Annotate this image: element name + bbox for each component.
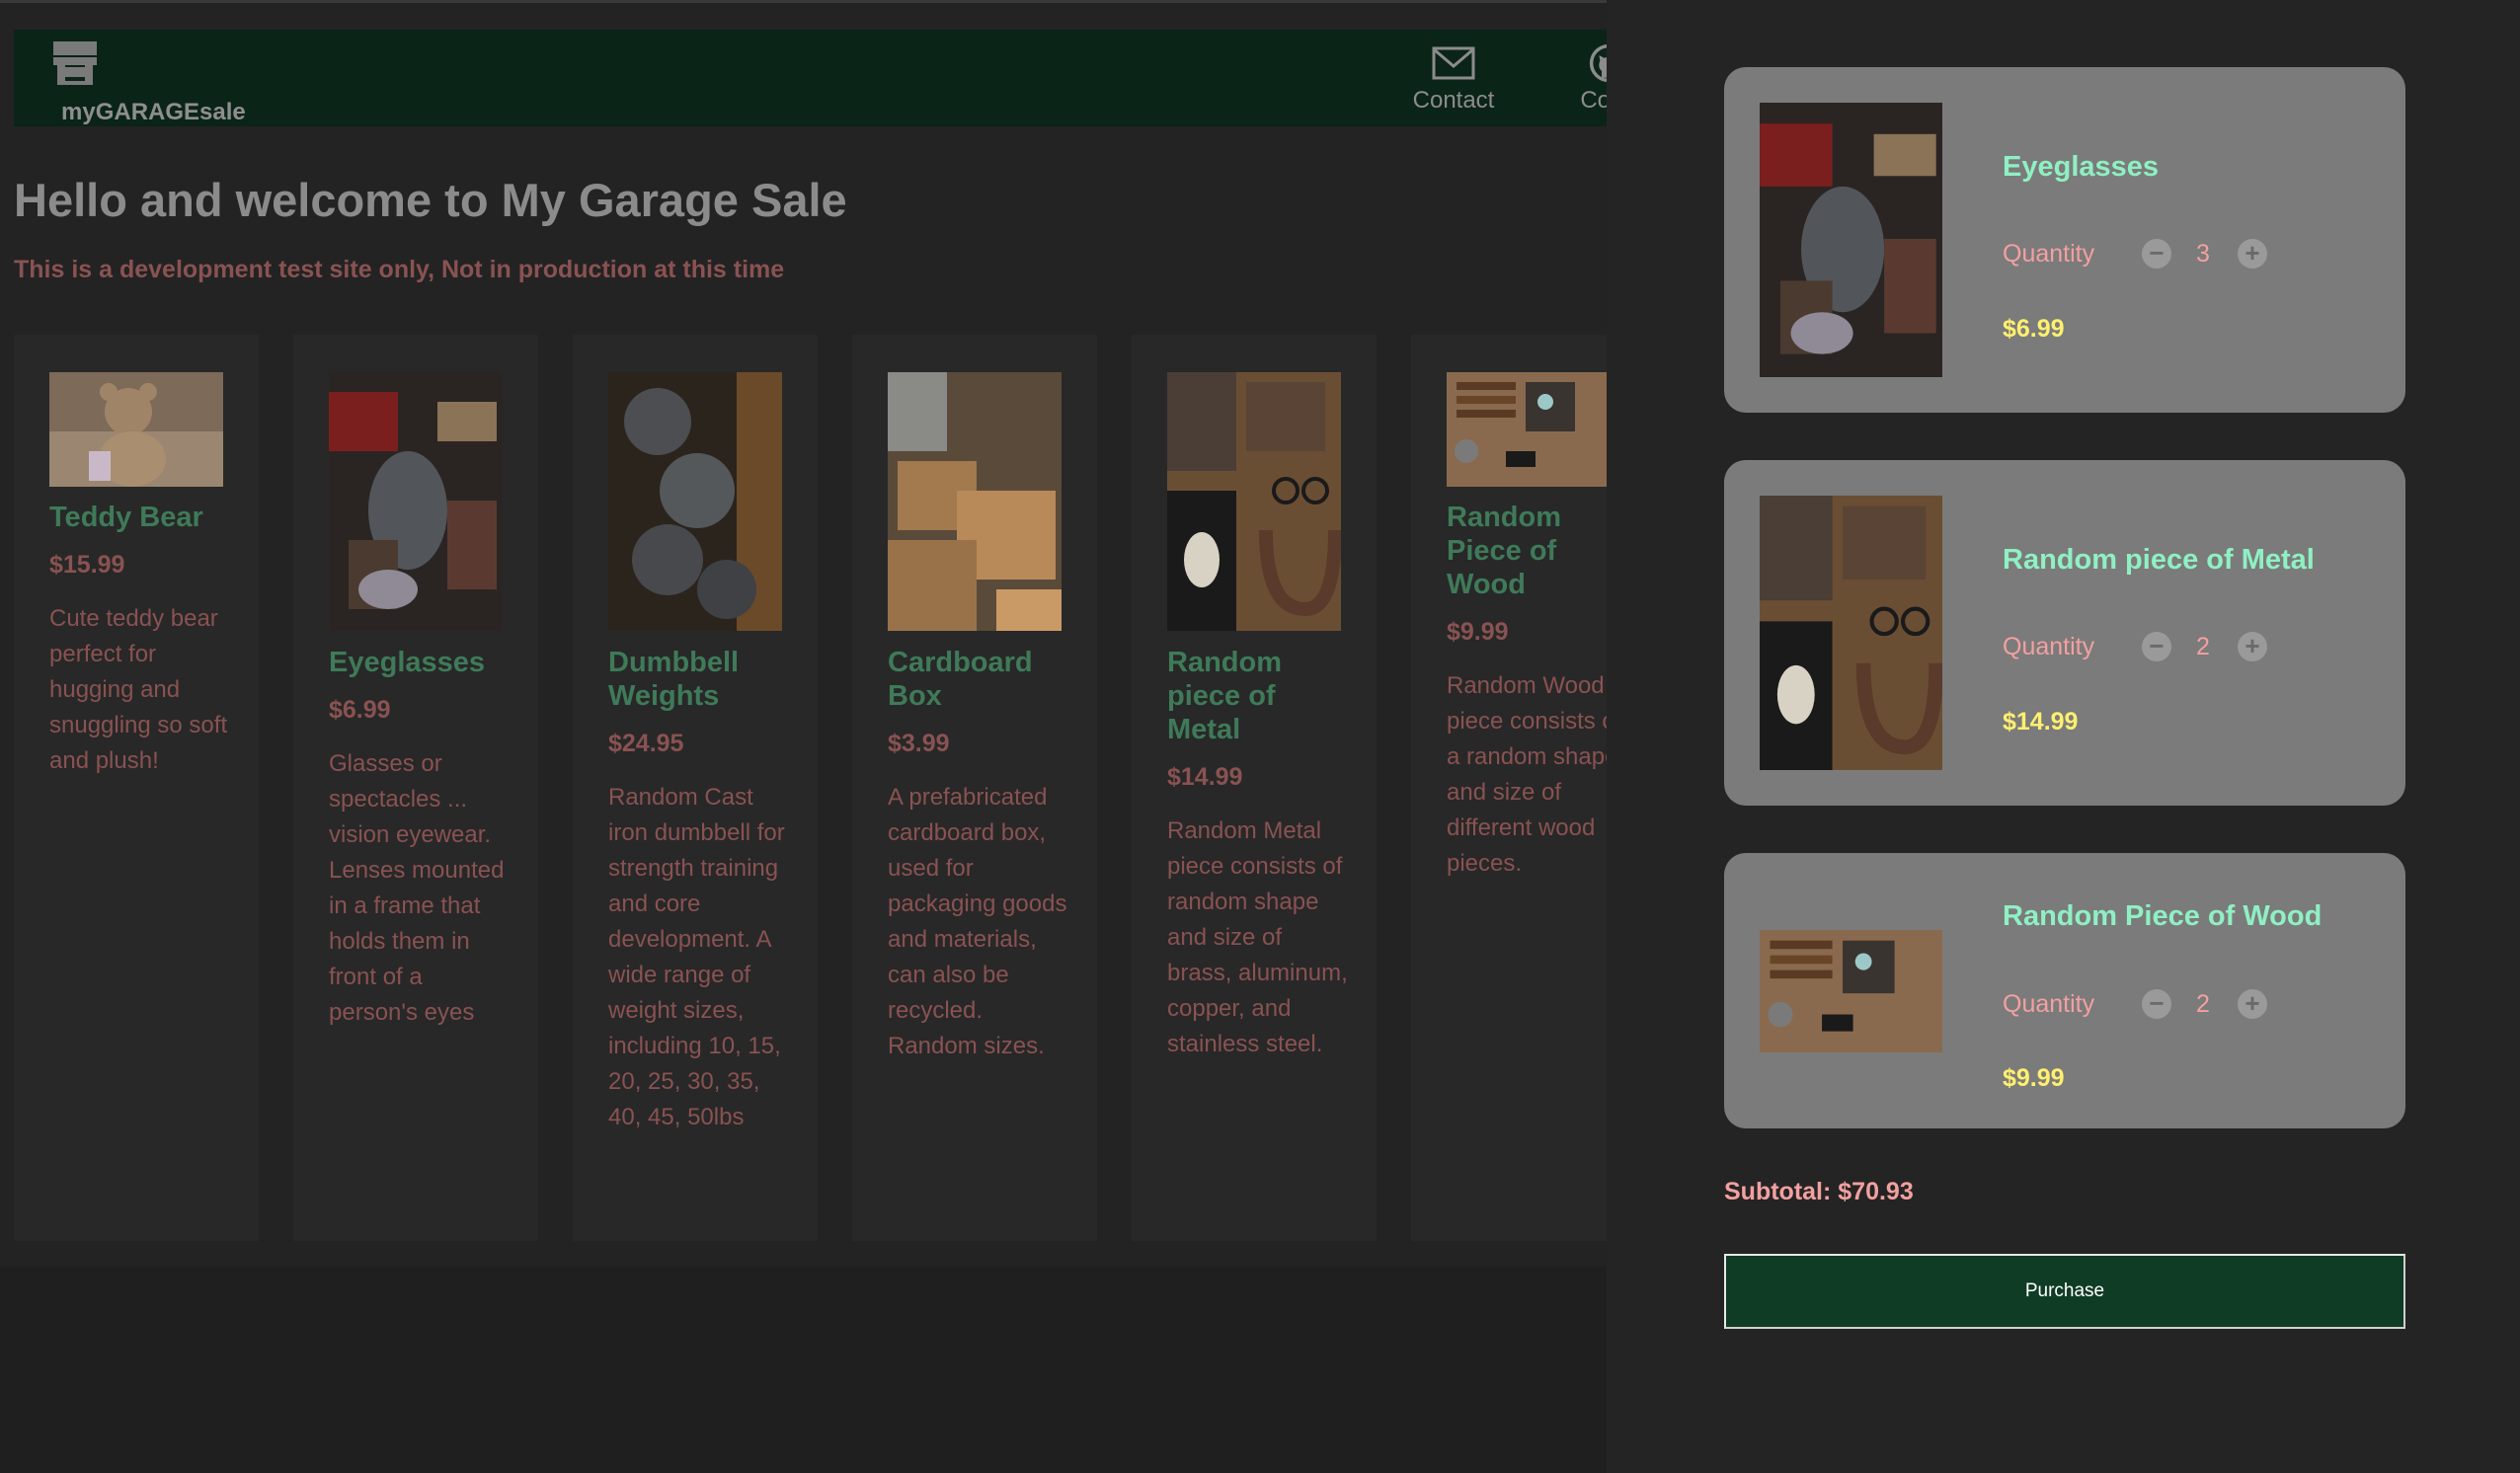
quantity-value: 3 [2196, 240, 2210, 268]
product-title: Random Piece of Wood [1447, 502, 1561, 600]
product-title: Teddy Bear [49, 502, 203, 533]
product-description: Cute teddy bear perfect for hugging and … [49, 605, 228, 774]
nav-contact-label: Contact [1412, 87, 1495, 114]
brand-link[interactable]: myGARAGEsale [38, 38, 255, 125]
product-description: Random Wood piece consists of a random s… [1447, 672, 1607, 877]
product-card[interactable]: Eyeglasses $6.99 Glasses or spectacles .… [293, 335, 538, 1241]
increase-quantity-button[interactable]: + [2238, 239, 2267, 269]
product-title: Cardboard Box [888, 647, 1033, 712]
product-price: $6.99 [329, 696, 391, 724]
product-description: A prefabricated cardboard box, used for … [888, 784, 1067, 1059]
product-card[interactable]: Cardboard Box $3.99 A prefabricated card… [852, 335, 1097, 1241]
cart-item: Eyeglasses Quantity − 3 + $6.99 [1724, 67, 2405, 413]
product-card[interactable]: Teddy Bear $15.99 Cute teddy bear perfec… [14, 335, 259, 1241]
quantity-label: Quantity [2003, 990, 2095, 1018]
product-price: $3.99 [888, 730, 950, 757]
cart-item-image-eyeglasses [1760, 103, 1942, 377]
decrease-quantity-button[interactable]: − [2142, 239, 2171, 269]
product-image-teddy-bear [49, 372, 223, 487]
product-image-cardboard-box [888, 372, 1062, 631]
nav-contact-link[interactable]: Contact [1392, 43, 1515, 122]
cart-drawer: Eyeglasses Quantity − 3 + $6.99 Random p… [1607, 0, 2520, 1473]
product-image-eyeglasses [329, 372, 503, 631]
quantity-label: Quantity [2003, 633, 2095, 660]
product-title: Eyeglasses [329, 647, 486, 678]
product-price: $14.99 [1167, 763, 1243, 791]
brand-name: myGARAGEsale [61, 99, 246, 125]
cart-item-price: $9.99 [2003, 1064, 2065, 1092]
product-title: Dumbbell Weights [608, 647, 740, 712]
cart-item-price: $6.99 [2003, 315, 2065, 343]
mail-icon [1432, 46, 1475, 80]
navbar: myGARAGEsale Contact Code [14, 30, 1607, 126]
cart-item: Random Piece of Wood Quantity − 2 + $9.9… [1724, 853, 2405, 1128]
store-icon [53, 41, 97, 85]
quantity-value: 2 [2196, 990, 2210, 1018]
product-image-dumbbell [608, 372, 782, 631]
product-card[interactable]: Dumbbell Weights $24.95 Random Cast iron… [573, 335, 818, 1241]
cart-item-name: Random piece of Metal [2003, 544, 2315, 576]
quantity-label: Quantity [2003, 240, 2095, 268]
nav-code-link[interactable]: Code [1554, 43, 1607, 122]
purchase-button[interactable]: Purchase [1724, 1254, 2405, 1329]
nav-code-label: Code [1580, 87, 1607, 114]
product-description: Random Cast iron dumbbell for strength t… [608, 784, 785, 1130]
cart-item-price: $14.99 [2003, 708, 2079, 736]
product-price: $15.99 [49, 551, 125, 579]
page-title: Hello and welcome to My Garage Sale [14, 174, 847, 226]
decrease-quantity-button[interactable]: − [2142, 632, 2171, 661]
cart-item-image-wood [1760, 930, 1942, 1052]
product-description: Glasses or spectacles ... vision eyewear… [329, 750, 505, 1026]
product-image-metal [1167, 372, 1341, 631]
product-card[interactable]: Random Piece of Wood $9.99 Random Wood p… [1411, 335, 1607, 1241]
page-subtitle: This is a development test site only, No… [14, 256, 785, 283]
cart-item: Random piece of Metal Quantity − 2 + $14… [1724, 460, 2405, 806]
decrease-quantity-button[interactable]: − [2142, 989, 2171, 1019]
cart-subtotal: Subtotal: $70.93 [1724, 1178, 1914, 1205]
product-description: Random Metal piece consists of random sh… [1167, 817, 1348, 1057]
increase-quantity-button[interactable]: + [2238, 989, 2267, 1019]
product-price: $9.99 [1447, 618, 1509, 646]
product-title: Random piece of Metal [1167, 647, 1282, 745]
product-price: $24.95 [608, 730, 684, 757]
main-page-overlay[interactable]: myGARAGEsale Contact Code Hello and welc… [0, 0, 1607, 1473]
product-image-wood [1447, 372, 1607, 487]
increase-quantity-button[interactable]: + [2238, 632, 2267, 661]
cart-item-image-metal [1760, 496, 1942, 770]
github-icon [1589, 43, 1607, 83]
main-content: myGARAGEsale Contact Code Hello and welc… [0, 3, 1607, 1267]
cart-item-name: Eyeglasses [2003, 151, 2160, 183]
cart-item-name: Random Piece of Wood [2003, 900, 2323, 932]
product-card[interactable]: Random piece of Metal $14.99 Random Meta… [1132, 335, 1377, 1241]
quantity-value: 2 [2196, 633, 2210, 660]
